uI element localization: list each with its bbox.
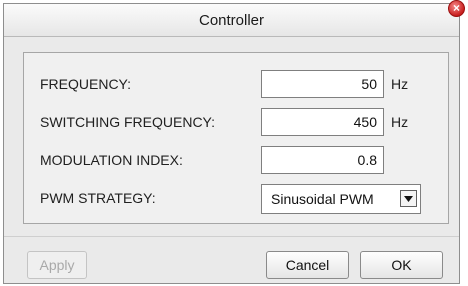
switching-frequency-label: SWITCHING FREQUENCY: bbox=[40, 114, 216, 130]
frequency-label: FREQUENCY: bbox=[40, 76, 132, 92]
modulation-index-row: MODULATION INDEX: 0.8 bbox=[24, 145, 448, 175]
button-divider bbox=[4, 236, 459, 237]
chevron-down-icon[interactable] bbox=[400, 190, 417, 207]
pwm-strategy-row: PWM STRATEGY: Sinusoidal PWM bbox=[24, 183, 448, 214]
switching-frequency-input[interactable]: 450 bbox=[261, 108, 384, 136]
frequency-input[interactable]: 50 bbox=[261, 70, 384, 98]
dialog-title: Controller bbox=[198, 12, 265, 29]
close-icon[interactable]: × bbox=[448, 0, 465, 17]
ok-button[interactable]: OK bbox=[360, 251, 443, 279]
pwm-strategy-label: PWM STRATEGY: bbox=[40, 190, 156, 206]
settings-panel: FREQUENCY: 50 Hz SWITCHING FREQUENCY: 45… bbox=[23, 52, 449, 224]
modulation-index-label: MODULATION INDEX: bbox=[40, 152, 183, 168]
title-bar[interactable]: Controller bbox=[4, 4, 459, 37]
controller-dialog: Controller FREQUENCY: 50 Hz SWITCHING FR… bbox=[3, 3, 460, 284]
apply-button[interactable]: Apply bbox=[27, 251, 87, 279]
switching-frequency-unit: Hz bbox=[391, 114, 409, 130]
pwm-strategy-select[interactable]: Sinusoidal PWM bbox=[261, 184, 421, 214]
frequency-row: FREQUENCY: 50 Hz bbox=[24, 69, 448, 99]
switching-frequency-row: SWITCHING FREQUENCY: 450 Hz bbox=[24, 107, 448, 137]
cancel-button[interactable]: Cancel bbox=[266, 251, 349, 279]
frequency-unit: Hz bbox=[391, 76, 409, 92]
pwm-strategy-value: Sinusoidal PWM bbox=[271, 191, 374, 207]
modulation-index-input[interactable]: 0.8 bbox=[261, 146, 384, 174]
